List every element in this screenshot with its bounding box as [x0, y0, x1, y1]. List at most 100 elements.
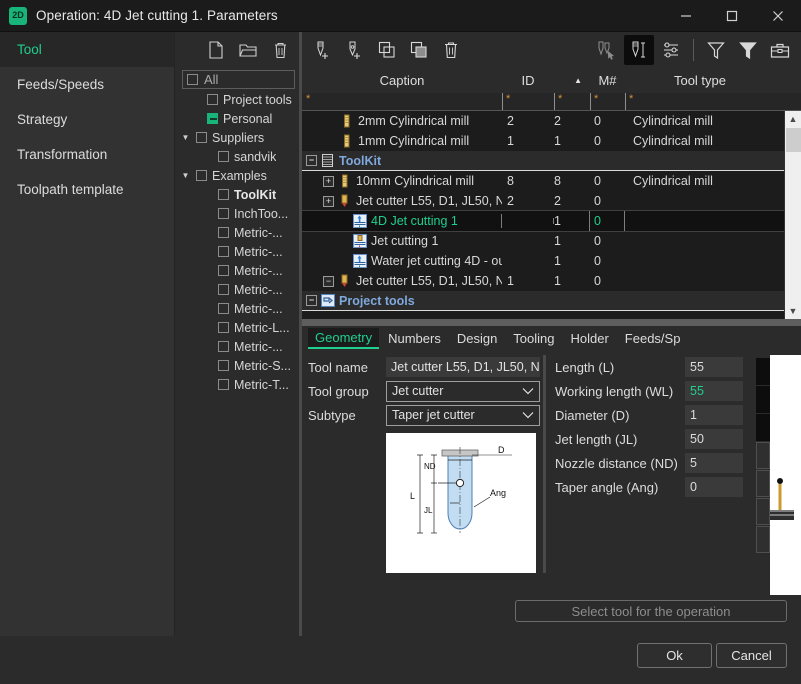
table-row[interactable]: 4D Jet cutting 110	[302, 211, 801, 231]
table-row[interactable]: −Project tools	[302, 291, 801, 311]
preview-thumb[interactable]	[756, 470, 770, 497]
table-row[interactable]: −Jet cutter L55, D1, JL50, N...110	[302, 271, 801, 291]
sidebar-item-toolpath-template[interactable]: Toolpath template	[0, 172, 174, 207]
tree-node-checkbox[interactable]	[196, 132, 207, 143]
tab-design[interactable]: Design	[450, 328, 504, 349]
tree-node[interactable]: Project tools	[176, 90, 299, 109]
tree-node[interactable]: Metric-...	[176, 242, 299, 261]
tree-node-checkbox[interactable]	[218, 284, 229, 295]
tree-node[interactable]: Metric-...	[176, 280, 299, 299]
preview-thumb[interactable]	[756, 414, 770, 441]
tree-node-checkbox[interactable]	[218, 379, 229, 390]
tab-feeds-sp[interactable]: Feeds/Sp	[618, 328, 688, 349]
tree-node-checkbox[interactable]	[218, 246, 229, 257]
cancel-button[interactable]: Cancel	[716, 643, 787, 668]
preview-thumb[interactable]	[756, 386, 770, 413]
column-header-tool-type[interactable]: Tool type	[625, 73, 775, 88]
tree-node-checkbox[interactable]	[218, 322, 229, 333]
add-mill-tool-icon[interactable]	[308, 35, 338, 65]
maximize-icon[interactable]	[709, 0, 755, 32]
scroll-up-arrow-icon[interactable]: ▲	[785, 111, 801, 127]
table-row[interactable]: Jet cutting 110	[302, 231, 801, 251]
tab-holder[interactable]: Holder	[564, 328, 616, 349]
expand-icon[interactable]: +	[323, 196, 334, 207]
filter-outline-icon[interactable]	[701, 35, 731, 65]
tree-node-checkbox[interactable]	[196, 170, 207, 181]
column-header-id[interactable]: ID	[502, 73, 554, 88]
tree-all-row[interactable]: All	[182, 70, 295, 89]
subtype-select[interactable]: Taper jet cutter	[386, 405, 540, 426]
tree-node-checkbox[interactable]	[218, 303, 229, 314]
sidebar-item-tool[interactable]: Tool	[0, 32, 174, 67]
table-row[interactable]: Water jet cutting 4D - ou...10	[302, 251, 801, 271]
filter-filled-icon[interactable]	[733, 35, 763, 65]
filter-cell-caption[interactable]: *	[302, 93, 502, 110]
field-value-input[interactable]: 0	[685, 477, 743, 497]
toolbox-icon[interactable]	[765, 35, 795, 65]
tab-geometry[interactable]: Geometry	[308, 328, 379, 349]
select-tool-for-operation-button[interactable]: Select tool for the operation	[515, 600, 787, 622]
filter-cell-id[interactable]: *	[502, 93, 554, 110]
table-row[interactable]: +10mm Cylindrical mill880Cylindrical mil…	[302, 171, 801, 191]
all-checkbox[interactable]	[187, 74, 198, 85]
expand-icon[interactable]: +	[323, 176, 334, 187]
tree-node[interactable]: Metric-...	[176, 299, 299, 318]
tree-node-checkbox[interactable]	[207, 94, 218, 105]
select-tool-icon[interactable]	[592, 35, 622, 65]
tool-group-select[interactable]: Jet cutter	[386, 381, 540, 402]
new-file-icon[interactable]	[205, 39, 227, 61]
chevron-down-icon[interactable]: ▼	[180, 172, 191, 180]
tree-node-checkbox[interactable]	[218, 360, 229, 371]
tab-numbers[interactable]: Numbers	[381, 328, 448, 349]
tree-node[interactable]: ▼Examples	[176, 166, 299, 185]
tool-name-input[interactable]: Jet cutter L55, D1, JL50, N	[386, 357, 540, 377]
table-row[interactable]: 2mm Cylindrical mill220Cylindrical mill	[302, 111, 801, 131]
table-row[interactable]: 1mm Cylindrical mill110Cylindrical mill	[302, 131, 801, 151]
tree-node-checkbox[interactable]	[218, 341, 229, 352]
tree-node[interactable]: Metric-...	[176, 223, 299, 242]
tree-node-checkbox[interactable]	[218, 151, 229, 162]
field-value-input[interactable]: 55	[685, 357, 743, 377]
tree-node[interactable]: Metric-T...	[176, 375, 299, 394]
copy-icon[interactable]	[372, 35, 402, 65]
tool-measure-icon[interactable]	[624, 35, 654, 65]
column-header-caption[interactable]: Caption	[302, 73, 502, 88]
preview-thumb[interactable]	[756, 526, 770, 553]
tree-node-checkbox[interactable]	[218, 265, 229, 276]
collapse-icon[interactable]: −	[306, 155, 317, 166]
sidebar-item-feeds-speeds[interactable]: Feeds/Speeds	[0, 67, 174, 102]
tree-node[interactable]: Metric-L...	[176, 318, 299, 337]
minimize-icon[interactable]	[663, 0, 709, 32]
collapse-icon[interactable]: −	[323, 276, 334, 287]
tree-node[interactable]: Metric-...	[176, 261, 299, 280]
tree-node[interactable]: Metric-...	[176, 337, 299, 356]
field-value-input[interactable]: 5	[685, 453, 743, 473]
collapse-icon[interactable]: −	[306, 295, 317, 306]
preview-thumb[interactable]	[756, 358, 770, 385]
filter-cell-tool-type[interactable]: *	[625, 93, 775, 110]
settings-sliders-icon[interactable]	[656, 35, 686, 65]
paste-icon[interactable]	[404, 35, 434, 65]
table-vertical-scrollbar[interactable]: ▲ ▼	[784, 111, 801, 319]
tree-node[interactable]: sandvik	[176, 147, 299, 166]
tab-tooling[interactable]: Tooling	[506, 328, 561, 349]
sidebar-item-transformation[interactable]: Transformation	[0, 137, 174, 172]
tree-node-checkbox[interactable]	[218, 208, 229, 219]
tree-node[interactable]: InchToo...	[176, 204, 299, 223]
close-icon[interactable]	[755, 0, 801, 32]
tree-node[interactable]: ▼Suppliers	[176, 128, 299, 147]
scrollbar-thumb[interactable]	[786, 128, 801, 152]
field-value-input[interactable]: 1	[685, 405, 743, 425]
ok-button[interactable]: Ok	[637, 643, 712, 668]
table-row[interactable]: −ToolKit	[302, 151, 801, 171]
delete-icon[interactable]	[436, 35, 466, 65]
table-row[interactable]: +Jet cutter L55, D1, JL50, N...220	[302, 191, 801, 211]
preview-thumb[interactable]	[756, 498, 770, 525]
delete-icon[interactable]	[269, 39, 291, 61]
column-header-m[interactable]: M#	[590, 73, 625, 88]
scroll-down-arrow-icon[interactable]: ▼	[785, 303, 801, 319]
tree-node[interactable]: Metric-S...	[176, 356, 299, 375]
open-folder-icon[interactable]	[237, 39, 259, 61]
filter-cell-m[interactable]: *	[590, 93, 625, 110]
add-drill-tool-icon[interactable]	[340, 35, 370, 65]
